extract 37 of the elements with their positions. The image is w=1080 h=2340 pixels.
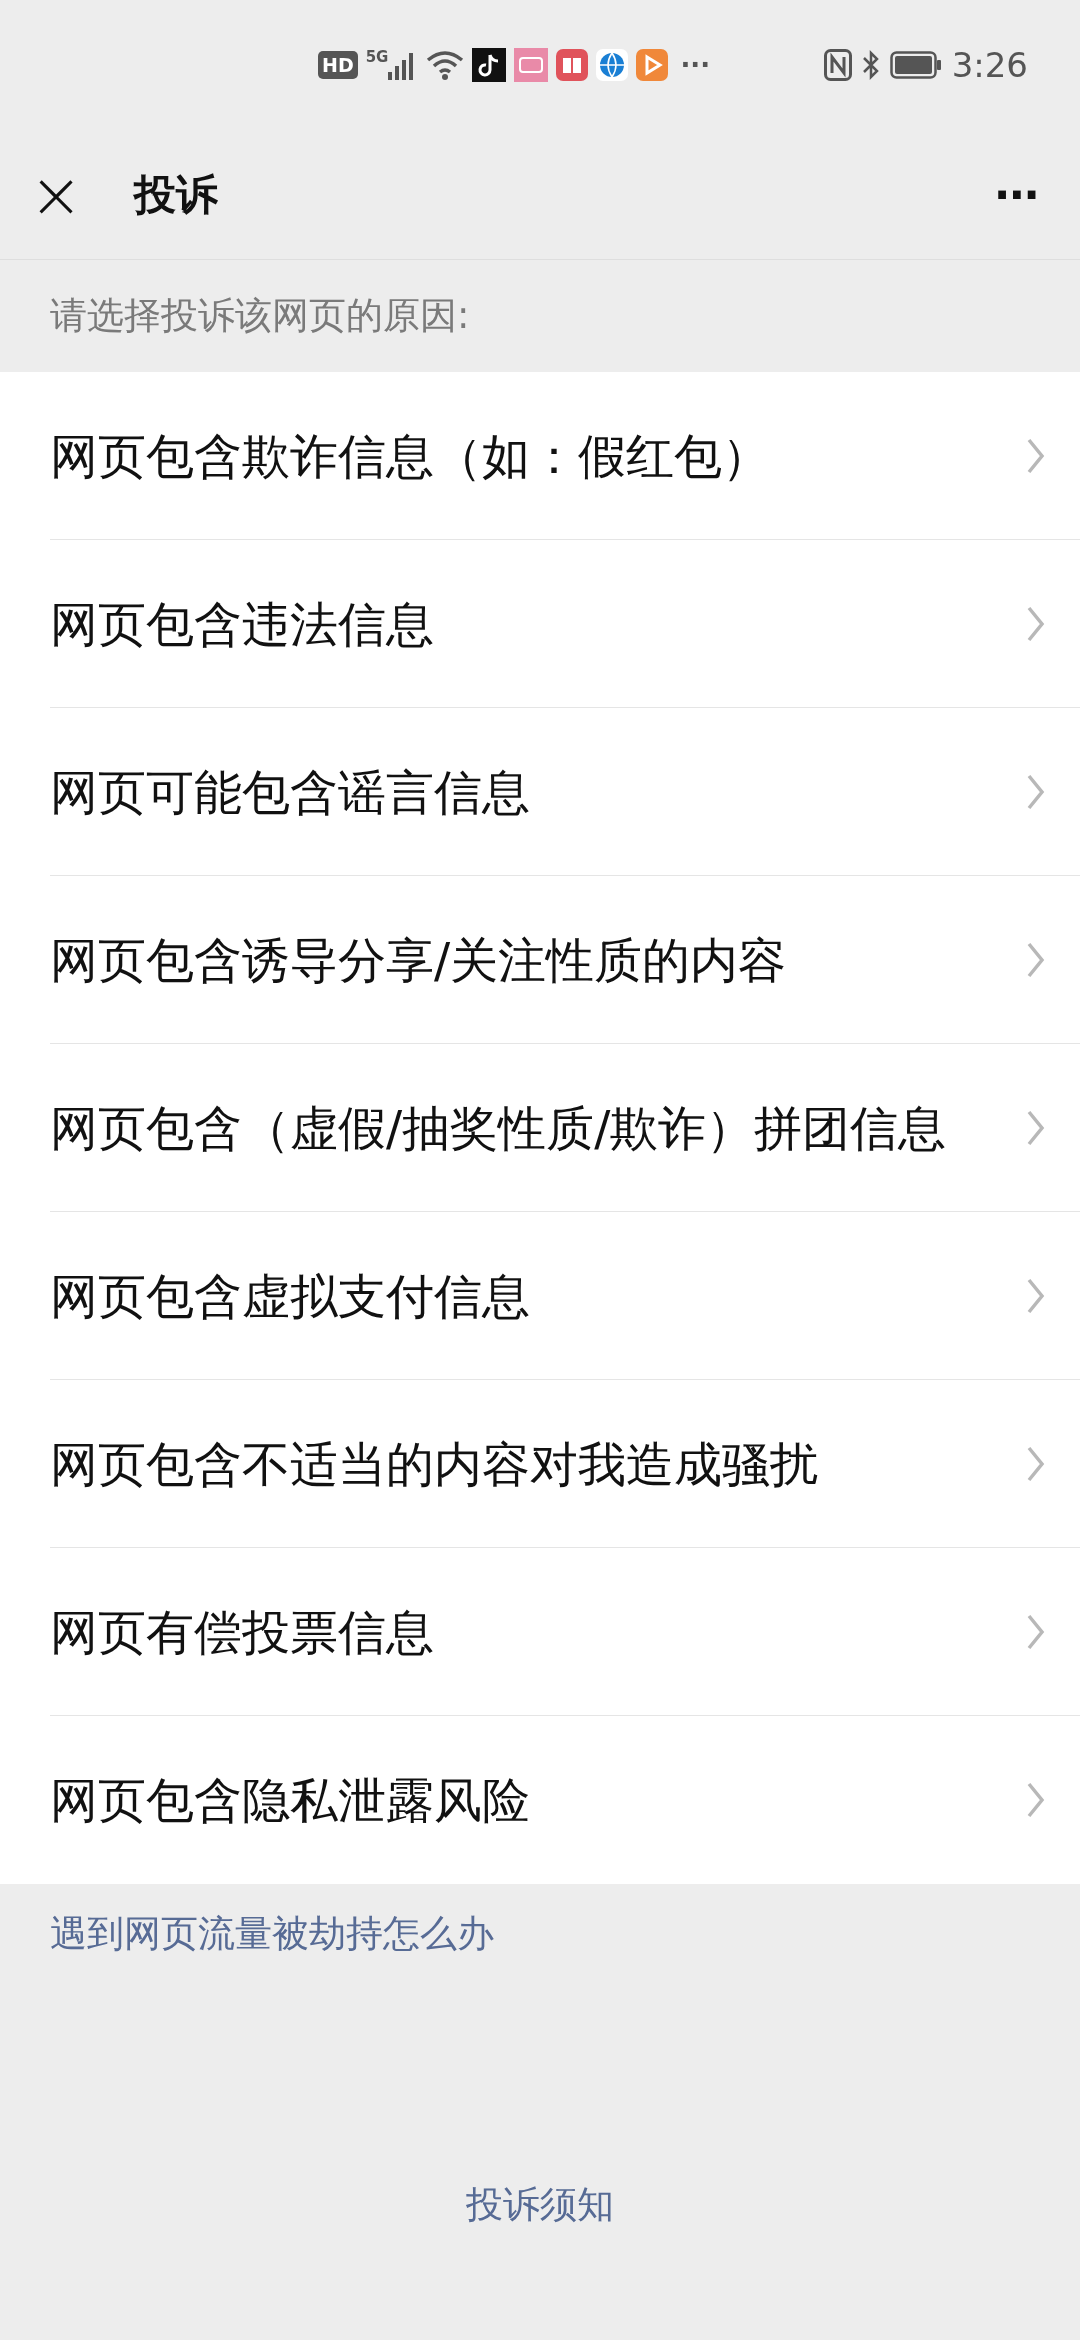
complaint-notice-link[interactable]: 投诉须知 — [466, 2176, 614, 2232]
chevron-right-icon — [1026, 605, 1046, 643]
reason-item[interactable]: 网页有偿投票信息 — [0, 1548, 1080, 1716]
chevron-right-icon — [1026, 437, 1046, 475]
reason-item[interactable]: 网页包含（虚假/抽奖性质/欺诈）拼团信息 — [0, 1044, 1080, 1212]
reason-item[interactable]: 网页包含隐私泄露风险 — [0, 1716, 1080, 1884]
chevron-right-icon — [1026, 1109, 1046, 1147]
help-link[interactable]: 遇到网页流量被劫持怎么办 — [50, 1912, 494, 1955]
screen-app-icon — [514, 48, 549, 82]
reason-item[interactable]: 网页包含不适当的内容对我造成骚扰 — [0, 1380, 1080, 1548]
chevron-right-icon — [1026, 1277, 1046, 1315]
page-title: 投诉 — [134, 169, 218, 221]
reason-item[interactable]: 网页可能包含谣言信息 — [0, 708, 1080, 876]
network-label: 5G — [365, 50, 389, 65]
nfc-icon — [823, 49, 852, 81]
close-button[interactable]: × — [30, 162, 82, 227]
battery-icon — [889, 51, 942, 79]
globe-icon — [596, 49, 629, 81]
chevron-right-icon — [1026, 1445, 1046, 1483]
chevron-right-icon — [1026, 773, 1046, 811]
chevron-right-icon — [1026, 1781, 1046, 1819]
reason-item[interactable]: 网页包含虚拟支付信息 — [0, 1212, 1080, 1380]
music-note-icon — [472, 48, 507, 82]
more-button[interactable]: ··· — [993, 172, 1050, 217]
status-time: 3:26 — [951, 48, 1028, 82]
chevron-right-icon — [1026, 1613, 1046, 1651]
reason-item[interactable]: 网页包含违法信息 — [0, 540, 1080, 708]
reason-item[interactable]: 网页包含诱导分享/关注性质的内容 — [0, 876, 1080, 1044]
hd-badge: HD — [318, 51, 358, 79]
wifi-icon — [426, 50, 465, 80]
book-icon — [556, 49, 589, 81]
section-label: 请选择投诉该网页的原因: — [50, 293, 470, 340]
bluetooth-icon — [861, 49, 880, 81]
play-icon — [636, 49, 669, 81]
more-notifications-icon: ··· — [680, 52, 711, 78]
chevron-right-icon — [1026, 941, 1046, 979]
reason-item[interactable]: 网页包含欺诈信息（如：假红包） — [0, 372, 1080, 540]
